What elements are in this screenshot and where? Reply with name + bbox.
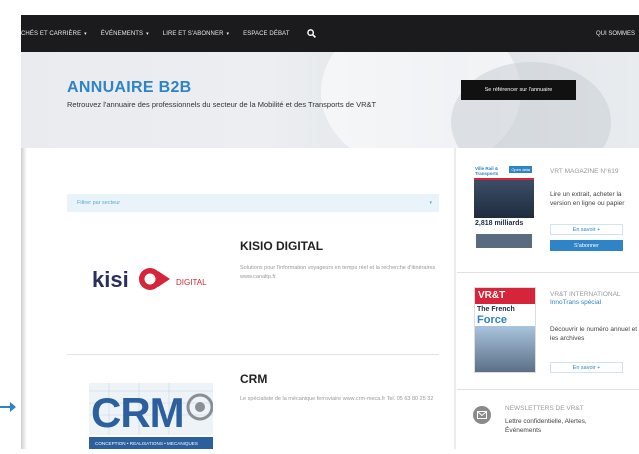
page-title: ANNUAIRE B2B	[67, 79, 192, 96]
international-cover[interactable]: VR&T The French Force	[474, 287, 536, 373]
svg-text:CONCEPTION • REALISATIONS • ME: CONCEPTION • REALISATIONS • MECANIQUES	[95, 441, 198, 446]
magazine-title[interactable]: VRT MAGAZINE N°619	[550, 168, 618, 176]
magazine-text: Lire un extrait, acheter la version en l…	[550, 191, 625, 207]
search-icon[interactable]	[305, 28, 317, 40]
sidebar-separator	[454, 148, 456, 449]
company-logo-kisio[interactable]: kisi DIGITAL	[92, 258, 222, 298]
company-description: Solutions pour l'information voyageurs e…	[240, 265, 436, 280]
nav-item-qui-sommes[interactable]: QUI SOMMES	[596, 31, 635, 37]
mail-icon	[473, 406, 491, 424]
international-title-a: VR&T INTERNATIONAL	[550, 291, 621, 298]
company-description: Le spécialiste de la mécanique ferroviai…	[240, 396, 434, 402]
chevron-down-icon: ▾	[429, 200, 432, 206]
international-more-button[interactable]: En savoir +	[550, 362, 623, 373]
cover-brand: VR&T	[478, 290, 506, 301]
international-title-b: InnoTrans spécial	[550, 299, 602, 306]
chevron-down-icon: ▾	[226, 30, 230, 37]
newsletter-text: Lettre confidentielle, Alertes, Événemen…	[505, 418, 587, 434]
nav-item-espace-debat[interactable]: ESPACE DÉBAT	[243, 31, 289, 37]
chevron-down-icon: ▾	[84, 30, 87, 37]
nav-item-evenements[interactable]: ÉVÉNEMENTS ▾	[101, 31, 149, 37]
svg-text:CRM: CRM	[91, 389, 184, 436]
cover-headline: Force	[477, 314, 507, 326]
company-logo-crm[interactable]: CRM CONCEPTION • REALISATIONS • MECANIQU…	[89, 383, 214, 449]
international-title[interactable]: VR&T INTERNATIONAL InnoTrans spécial	[550, 291, 621, 307]
svg-text:DIGITAL: DIGITAL	[176, 278, 207, 287]
divider	[457, 389, 639, 390]
svg-text:kisi: kisi	[92, 267, 129, 292]
nav-item-carriere[interactable]: CHÉS ET CARRIÈRE ▾	[21, 31, 87, 37]
page-subtitle: Retrouvez l'annuaire des professionnels …	[67, 100, 377, 109]
subscribe-button[interactable]: S'abonner	[550, 240, 623, 251]
magazine-more-button[interactable]: En savoir +	[550, 224, 623, 235]
sector-filter-select[interactable]: Filtrer par secteur ▾	[67, 194, 439, 212]
company-name[interactable]: CRM	[240, 372, 267, 386]
cover-headline: The French	[477, 306, 515, 313]
newsletter-title[interactable]: NEWSLETTERS DE VR&T	[505, 405, 635, 413]
nav-item-lire-abonner[interactable]: LIRE ET S'ABONNER ▾	[163, 31, 229, 37]
magazine-cover[interactable]: Ville Rail & Transports Open data 2,818 …	[474, 164, 534, 250]
sidebar: Ville Rail & Transports Open data 2,818 …	[457, 148, 639, 449]
register-directory-button[interactable]: Se référencer sur l'annuaire	[461, 80, 576, 100]
company-name[interactable]: KISIO DIGITAL	[240, 239, 323, 253]
filter-placeholder: Filtrer par secteur	[77, 200, 121, 206]
cover-brand: Ville Rail & Transports	[475, 166, 499, 176]
chevron-down-icon: ▾	[146, 30, 149, 37]
divider	[67, 354, 439, 355]
international-text: Découvrir le numéro annuel et les archiv…	[550, 326, 638, 342]
cover-headline: 2,818 milliards	[475, 220, 524, 227]
divider	[457, 272, 639, 273]
cover-tag: Open data	[509, 166, 532, 173]
arrow-right-icon	[0, 402, 16, 412]
top-nav: CHÉS ET CARRIÈRE ▾ ÉVÉNEMENTS ▾ LIRE ET S'…	[21, 15, 639, 52]
